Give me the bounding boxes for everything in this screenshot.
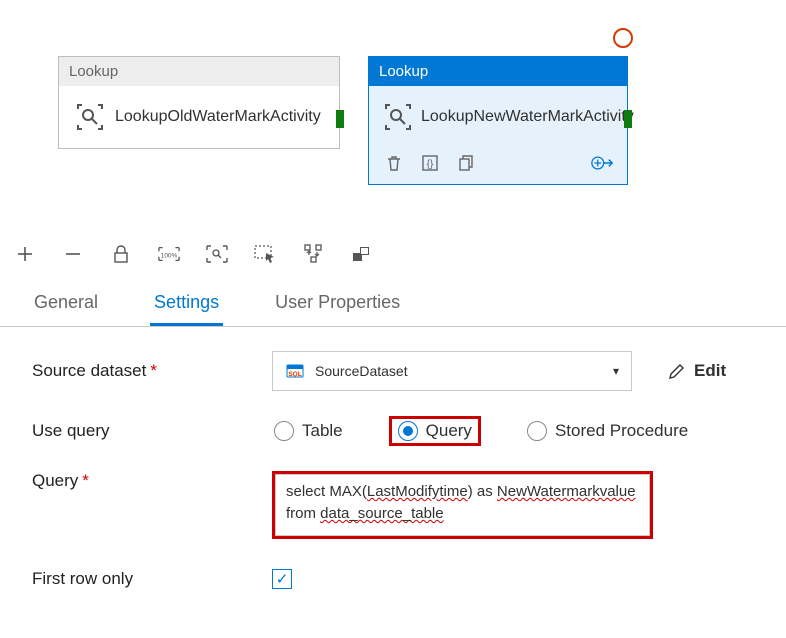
activity-lookup-old-watermark[interactable]: Lookup LookupOldWaterMarkActivity — [58, 56, 340, 149]
source-dataset-label: Source dataset* — [32, 361, 272, 381]
lookup-icon — [73, 100, 107, 134]
activity-name: LookupOldWaterMarkActivity — [115, 107, 329, 127]
copy-icon[interactable] — [455, 152, 477, 174]
remove-icon[interactable] — [62, 243, 84, 265]
query-label: Query* — [32, 471, 272, 491]
source-dataset-value: SourceDataset — [315, 363, 408, 379]
radio-query[interactable]: Query — [398, 421, 472, 441]
activity-name: LookupNewWaterMarkActivity — [421, 107, 634, 127]
source-dataset-dropdown[interactable]: SQL SourceDataset ▾ — [272, 351, 632, 391]
svg-text:{}: {} — [427, 159, 434, 170]
select-icon[interactable] — [254, 243, 276, 265]
activity-lookup-new-watermark[interactable]: Lookup LookupNewWaterMarkActivity {} — [368, 56, 628, 185]
lock-icon[interactable] — [110, 243, 132, 265]
chevron-down-icon: ▾ — [613, 364, 619, 378]
canvas-toolbar: 100% — [0, 230, 786, 278]
delete-icon[interactable] — [383, 152, 405, 174]
properties-tabs: General Settings User Properties — [0, 278, 786, 327]
lookup-icon — [383, 100, 413, 134]
settings-panel: Source dataset* SQL SourceDataset ▾ Edit… — [0, 327, 786, 599]
svg-text:100%: 100% — [161, 253, 178, 260]
zoom-100-icon[interactable]: 100% — [158, 243, 180, 265]
activity-success-connector[interactable] — [336, 110, 344, 128]
layers-icon[interactable] — [350, 243, 372, 265]
first-row-only-label: First row only — [32, 569, 272, 589]
highlight-circle — [613, 28, 633, 48]
first-row-only-checkbox[interactable]: ✓ — [272, 569, 292, 589]
tab-settings[interactable]: Settings — [150, 286, 223, 326]
tab-general[interactable]: General — [30, 286, 102, 326]
radio-table[interactable]: Table — [274, 421, 343, 441]
query-input[interactable]: select MAX(LastModifytime) as NewWaterma… — [275, 474, 650, 536]
pencil-icon — [668, 362, 686, 380]
add-output-icon[interactable] — [591, 152, 613, 174]
activity-type-label: Lookup — [59, 57, 339, 86]
code-icon[interactable]: {} — [419, 152, 441, 174]
tab-user-properties[interactable]: User Properties — [271, 286, 404, 326]
activity-type-label: Lookup — [369, 57, 627, 86]
edit-dataset-button[interactable]: Edit — [668, 361, 726, 381]
sql-dataset-icon: SQL — [285, 361, 305, 381]
activity-success-connector[interactable] — [624, 110, 632, 128]
add-icon[interactable] — [14, 243, 36, 265]
use-query-label: Use query — [32, 421, 272, 441]
zoom-fit-icon[interactable] — [206, 243, 228, 265]
auto-layout-icon[interactable] — [302, 243, 324, 265]
pipeline-canvas[interactable]: Lookup LookupOldWaterMarkActivity Lookup — [0, 0, 786, 230]
radio-stored-procedure[interactable]: Stored Procedure — [527, 421, 688, 441]
svg-text:SQL: SQL — [288, 371, 301, 378]
